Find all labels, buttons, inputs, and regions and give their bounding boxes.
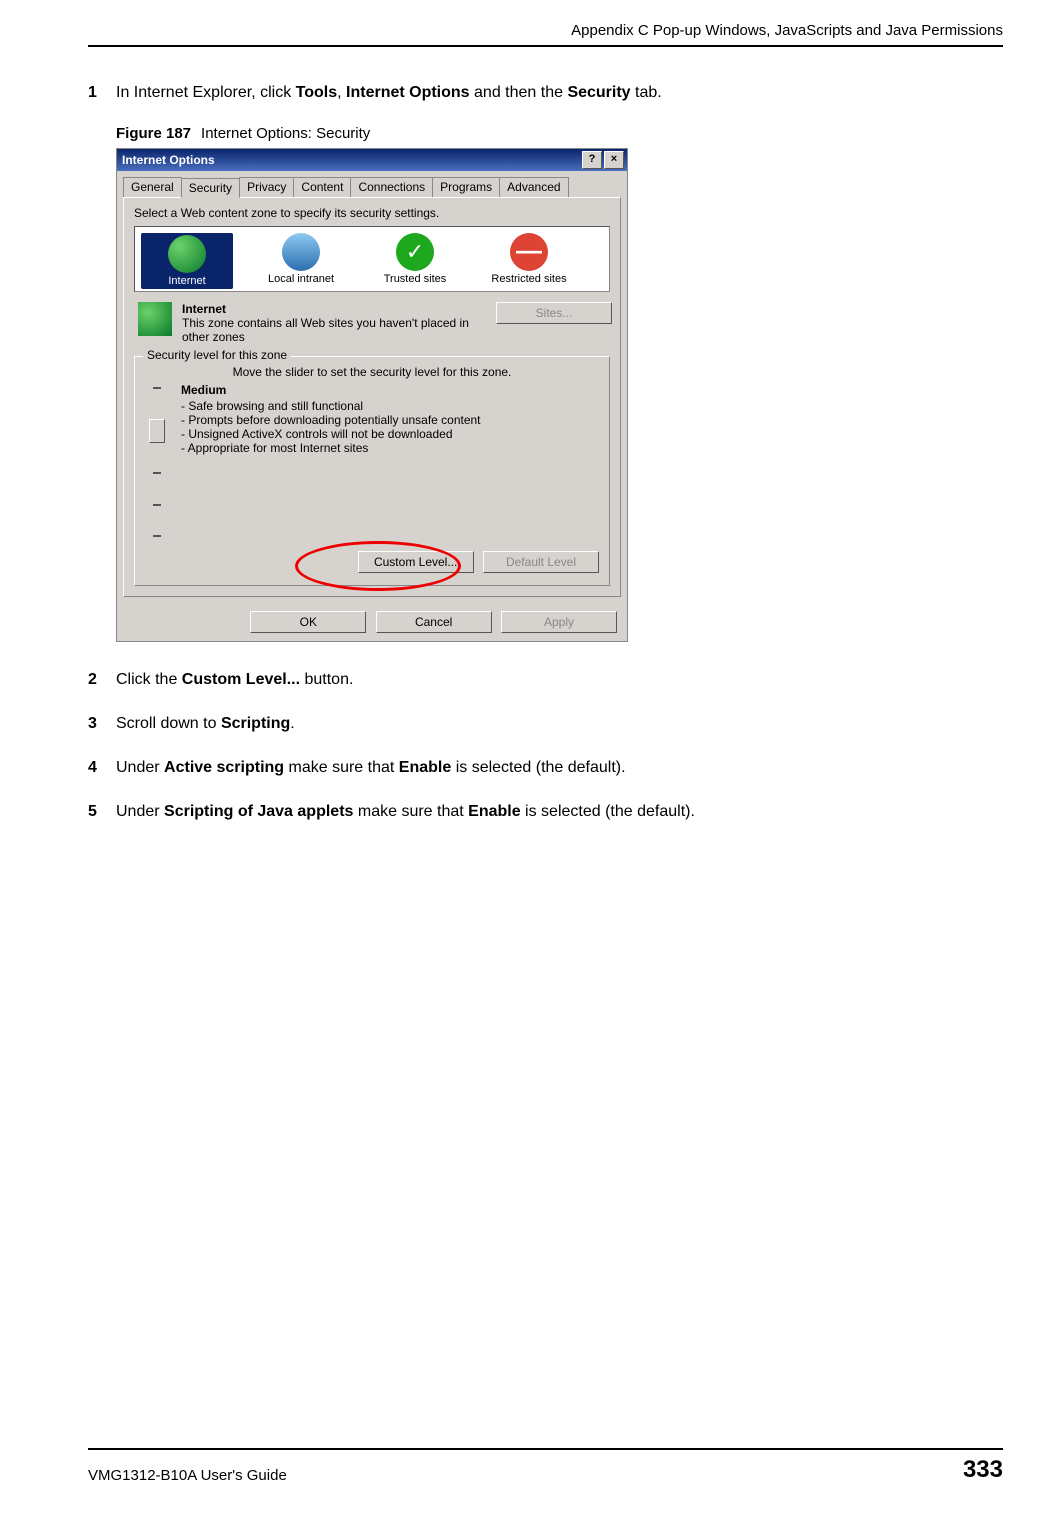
slider-instruction: Move the slider to set the security leve… <box>145 365 599 379</box>
step-5: 5 Under Scripting of Java applets make s… <box>88 800 1003 824</box>
step-number: 5 <box>88 800 116 824</box>
globe-icon <box>138 302 172 336</box>
page-footer: VMG1312-B10A User's Guide 333 <box>88 1448 1003 1484</box>
group-legend: Security level for this zone <box>143 348 291 362</box>
step-2: 2 Click the Custom Level... button. <box>88 668 1003 692</box>
security-level-group: Security level for this zone Move the sl… <box>134 356 610 586</box>
step-number: 4 <box>88 756 116 780</box>
step-text: Scroll down to Scripting. <box>116 712 295 736</box>
dialog-tabs: General Security Privacy Content Connect… <box>117 171 627 197</box>
ok-button[interactable]: OK <box>250 611 366 633</box>
figure-number: Figure 187 <box>116 125 191 142</box>
tab-body: Select a Web content zone to specify its… <box>123 197 621 597</box>
figure-title: Internet Options: Security <box>201 125 370 142</box>
dialog-titlebar: Internet Options ? × <box>117 149 627 171</box>
trusted-icon <box>396 233 434 271</box>
zone-internet[interactable]: Internet <box>141 233 233 289</box>
slider-thumb-icon <box>149 419 165 443</box>
cancel-button[interactable]: Cancel <box>376 611 492 633</box>
tab-advanced[interactable]: Advanced <box>499 177 568 197</box>
tab-connections[interactable]: Connections <box>350 177 433 197</box>
step-3: 3 Scroll down to Scripting. <box>88 712 1003 736</box>
step-text: Under Scripting of Java applets make sur… <box>116 800 695 824</box>
header-title: Appendix C Pop-up Windows, JavaScripts a… <box>571 22 1003 39</box>
tab-programs[interactable]: Programs <box>432 177 500 197</box>
restricted-icon <box>510 233 548 271</box>
custom-level-button[interactable]: Custom Level... <box>358 551 474 573</box>
zone-description: Internet This zone contains all Web site… <box>182 302 486 344</box>
tab-security[interactable]: Security <box>181 178 240 198</box>
tab-content[interactable]: Content <box>293 177 351 197</box>
security-level-description: Medium - Safe browsing and still functio… <box>181 383 599 541</box>
zone-restricted-sites[interactable]: Restricted sites <box>483 233 575 289</box>
page-number: 333 <box>963 1456 1003 1484</box>
footer-guide-name: VMG1312-B10A User's Guide <box>88 1467 287 1484</box>
tab-privacy[interactable]: Privacy <box>239 177 294 197</box>
page-content: 1 In Internet Explorer, click Tools, Int… <box>88 81 1003 1448</box>
apply-button[interactable]: Apply <box>501 611 617 633</box>
globe-icon <box>168 235 206 273</box>
zone-instruction: Select a Web content zone to specify its… <box>134 206 610 220</box>
intranet-icon <box>282 233 320 271</box>
step-number: 3 <box>88 712 116 736</box>
security-slider[interactable] <box>145 383 169 541</box>
step-number: 2 <box>88 668 116 692</box>
sites-button[interactable]: Sites... <box>496 302 612 324</box>
step-1: 1 In Internet Explorer, click Tools, Int… <box>88 81 1003 105</box>
page-header: Appendix C Pop-up Windows, JavaScripts a… <box>88 22 1003 47</box>
step-number: 1 <box>88 81 116 105</box>
step-text: Under Active scripting make sure that En… <box>116 756 626 780</box>
step-text: In Internet Explorer, click Tools, Inter… <box>116 81 662 105</box>
figure-caption: Figure 187 Internet Options: Security <box>116 125 1003 142</box>
zone-local-intranet[interactable]: Local intranet <box>255 233 347 289</box>
zone-trusted-sites[interactable]: Trusted sites <box>369 233 461 289</box>
internet-options-dialog: Internet Options ? × General Security Pr… <box>116 148 628 642</box>
zone-selector: Internet Local intranet Trusted sites Re… <box>134 226 610 292</box>
help-button[interactable]: ? <box>582 151 602 169</box>
step-4: 4 Under Active scripting make sure that … <box>88 756 1003 780</box>
dialog-title: Internet Options <box>120 153 580 167</box>
zone-detail: Internet This zone contains all Web site… <box>134 292 610 350</box>
dialog-button-row: OK Cancel Apply <box>117 603 627 641</box>
step-text: Click the Custom Level... button. <box>116 668 353 692</box>
tab-general[interactable]: General <box>123 177 182 197</box>
close-button[interactable]: × <box>604 151 624 169</box>
default-level-button[interactable]: Default Level <box>483 551 599 573</box>
